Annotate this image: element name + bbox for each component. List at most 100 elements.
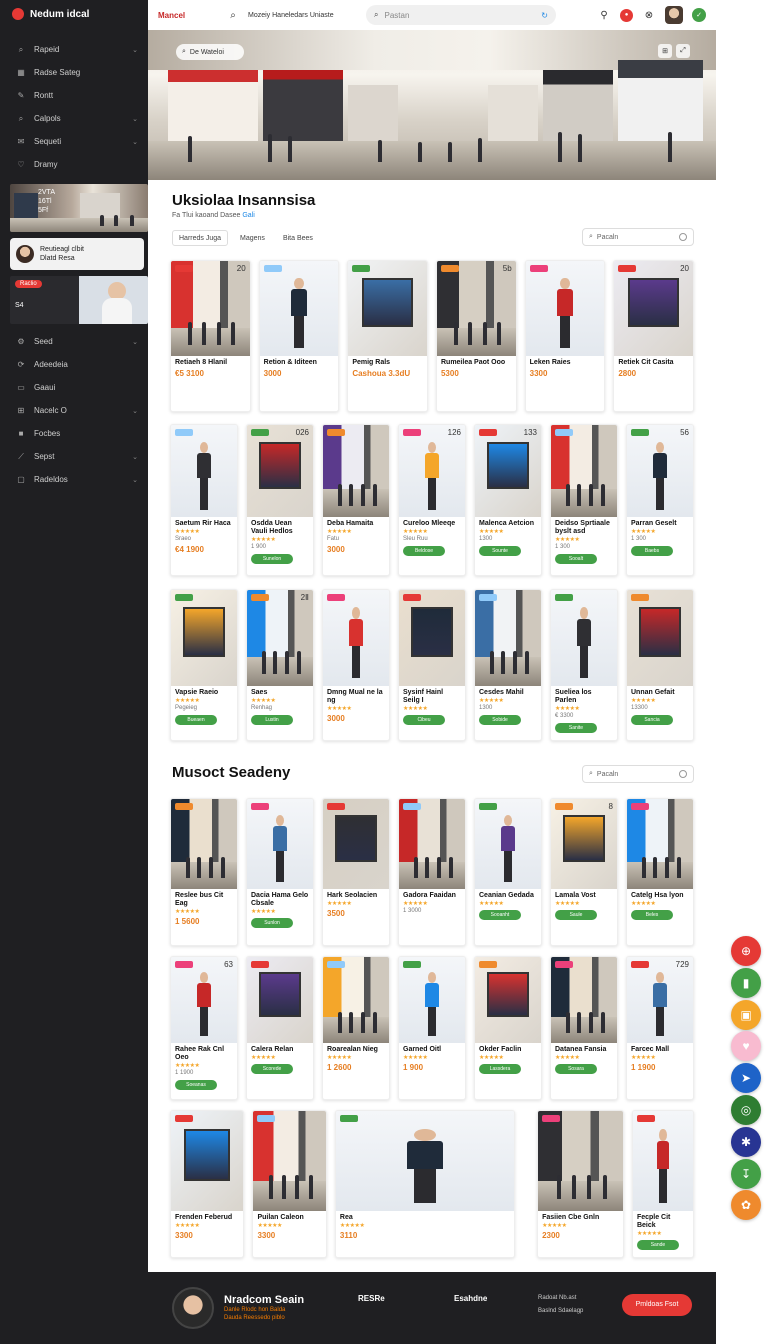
clear-icon[interactable]: [679, 233, 687, 241]
add-to-cart-button[interactable]: Saule: [555, 910, 597, 920]
product-image[interactable]: [436, 261, 516, 356]
product-card[interactable]: Datanea Fansia ★★★★★ Sosara: [550, 956, 618, 1100]
sidebar-item-focbes[interactable]: ■ Focbes: [0, 422, 148, 445]
add-to-cart-button[interactable]: Sobide: [479, 715, 521, 725]
chat-icon[interactable]: ◎: [731, 1095, 761, 1125]
chip-1[interactable]: Harreds Juga: [172, 230, 229, 246]
notification-icon[interactable]: ●: [620, 8, 633, 22]
product-image[interactable]: [627, 590, 693, 686]
search-icon[interactable]: ⌕: [226, 8, 240, 22]
product-card[interactable]: Retion & Iditeen 3000: [258, 260, 340, 412]
product-card[interactable]: 5b Rumeilea Paot Ooo 5300: [435, 260, 517, 412]
product-image[interactable]: [253, 1111, 326, 1211]
add-to-cart-button[interactable]: Sooalt: [555, 554, 597, 564]
chip-3[interactable]: Bita Bees: [277, 230, 319, 246]
product-card[interactable]: 133 Malenca Aetcion ★★★★★ 1300 Sounte: [474, 424, 542, 576]
add-to-cart-button[interactable]: Beles: [631, 910, 673, 920]
active-card[interactable]: Reutieagl clbit Dlatd Resa: [10, 238, 144, 270]
search-icon[interactable]: ⚲: [597, 8, 611, 22]
footer-col-1[interactable]: RESRe: [358, 1294, 385, 1303]
product-card[interactable]: Calera Relan ★★★★★ Scorede: [246, 956, 314, 1100]
product-image[interactable]: [323, 425, 389, 517]
product-image[interactable]: [247, 425, 313, 517]
sidebar-item-dramy[interactable]: ♡ Dramy: [0, 153, 148, 176]
product-card[interactable]: 20 Retiek Cit Casita 2800: [613, 260, 694, 412]
cart-icon[interactable]: ▣: [731, 999, 761, 1030]
add-to-cart-button[interactable]: Sooanht: [479, 910, 521, 920]
product-image[interactable]: [171, 1111, 244, 1211]
plus-icon[interactable]: ⊕: [731, 936, 761, 966]
product-image[interactable]: [348, 261, 427, 356]
sidebar-item-sepst[interactable]: ⟋ Sepst ⌄: [0, 445, 148, 468]
product-image[interactable]: [259, 261, 339, 356]
chip-2[interactable]: Magens: [234, 230, 271, 246]
add-to-cart-button[interactable]: Soeanas: [175, 1080, 217, 1090]
product-card[interactable]: Vapsie Raeio ★★★★★ Pegeieg Bueaen: [170, 589, 238, 741]
product-image[interactable]: [475, 425, 541, 517]
product-image[interactable]: [171, 261, 250, 356]
sidebar-item-radeldos[interactable]: ▢ Radeldos ⌄: [0, 468, 148, 491]
product-card[interactable]: Sysinf Hainl Seilg I ★★★★★ Cibeu: [398, 589, 466, 741]
product-image[interactable]: [614, 261, 693, 356]
product-card[interactable]: Gadora Faaidan ★★★★★ 1 3000: [398, 798, 466, 946]
product-image[interactable]: [399, 590, 465, 686]
heart-icon[interactable]: ♥: [731, 1031, 761, 1062]
product-card[interactable]: 026 Osdda Uean Vauli Hedlos ★★★★★ 1 900 Sune…: [246, 424, 314, 576]
add-to-cart-button[interactable]: Lustin: [251, 715, 293, 725]
bookmark-icon[interactable]: ▮: [731, 967, 761, 998]
sidebar-item-rapeid[interactable]: ⌕ Rapeid ⌄: [0, 38, 148, 61]
product-card[interactable]: Fasiien Cbe Gnln ★★★★★ 2300: [537, 1110, 624, 1258]
product-card[interactable]: 63 Rahee Rak Cnl Oeo ★★★★★ 1 1900 Soeanas: [170, 956, 238, 1100]
brand-label[interactable]: Mancel: [158, 11, 218, 20]
add-to-cart-button[interactable]: Sanite: [555, 723, 597, 733]
promo-banner-2[interactable]: Raclio S4: [10, 276, 148, 324]
footer-link[interactable]: Radoat Nb.ast: [538, 1292, 583, 1305]
add-to-cart-button[interactable]: Scorede: [251, 1064, 293, 1074]
product-image[interactable]: [627, 799, 693, 889]
product-image[interactable]: [551, 590, 617, 686]
product-image[interactable]: [247, 799, 313, 889]
product-image[interactable]: [171, 957, 237, 1043]
product-card[interactable]: Unnan Gefait ★★★★★ 13300 Sancia: [626, 589, 694, 741]
product-card[interactable]: Pemig Rals Cashoua 3.3dU: [347, 260, 428, 412]
product-card[interactable]: Dacia Hama Gelo Cbsale ★★★★★ Sunlon: [246, 798, 314, 946]
sidebar-item-sequeti[interactable]: ✉ Sequeti ⌄: [0, 130, 148, 153]
add-to-cart-button[interactable]: Baebs: [631, 546, 673, 556]
product-image[interactable]: [538, 1111, 623, 1211]
product-card[interactable]: Garned Oitl ★★★★★ 1 900: [398, 956, 466, 1100]
footer-col-2[interactable]: Esahdne: [454, 1294, 487, 1303]
product-card[interactable]: 2Ⅱ Saes ★★★★★ Renhag Lustin: [246, 589, 314, 741]
user-avatar[interactable]: [665, 6, 683, 24]
product-card[interactable]: 56 Parran Geselt ★★★★★ 1 300 Baebs: [626, 424, 694, 576]
sidebar-item-gaaui[interactable]: ▭ Gaaui: [0, 376, 148, 399]
product-card[interactable]: 126 Cureloo Mleeqe ★★★★★ Sleu Ruu Beldose: [398, 424, 466, 576]
product-card[interactable]: Frenden Feberud ★★★★★ 3300: [170, 1110, 245, 1258]
add-to-cart-button[interactable]: Bueaen: [175, 715, 217, 725]
product-card[interactable]: Leken Raies 3300: [524, 260, 606, 412]
sidebar-item-nacelc-o[interactable]: ⊞ Nacelc O ⌄: [0, 399, 148, 422]
product-card[interactable]: Puilan Caleon ★★★★★ 3300: [252, 1110, 327, 1258]
product-image[interactable]: [399, 957, 465, 1043]
sidebar-item-radse-sateg[interactable]: ▦ Radse Sateg: [0, 61, 148, 84]
product-card[interactable]: Dmng Mual ne la ng ★★★★★ 3000: [322, 589, 390, 741]
product-card[interactable]: Deba Hamaita ★★★★★ Fatu 3000: [322, 424, 390, 576]
product-card[interactable]: Saetum Rir Haca ★★★★★ Sraeo €4 1900: [170, 424, 238, 576]
product-image[interactable]: [627, 957, 693, 1043]
add-to-cart-button[interactable]: Sancia: [631, 715, 673, 725]
share-icon[interactable]: ➤: [731, 1063, 761, 1094]
product-image[interactable]: [171, 425, 237, 517]
product-image[interactable]: [399, 799, 465, 889]
add-to-cart-button[interactable]: Sande: [636, 1240, 679, 1250]
product-card[interactable]: 20 Retiaeh 8 Hlanil €5 3100: [170, 260, 251, 412]
footer-link[interactable]: Baslnd Sdaelagp: [538, 1305, 583, 1318]
sidebar-item-rontt[interactable]: ✎ Rontt: [0, 84, 148, 107]
section1-filter-input[interactable]: ⌕ Pacaln: [582, 228, 694, 246]
add-to-cart-button[interactable]: Cibeu: [403, 715, 445, 725]
sidebar-item-calpols[interactable]: ⌕ Calpols ⌄: [0, 107, 148, 130]
product-card[interactable]: Okder Faclin ★★★★★ Lassdera: [474, 956, 542, 1100]
status-icon[interactable]: ✓: [692, 8, 706, 22]
add-to-cart-button[interactable]: Sunelon: [251, 554, 293, 564]
add-to-cart-button[interactable]: Beldose: [403, 546, 445, 556]
grid-icon[interactable]: ⊞: [658, 44, 672, 58]
product-image[interactable]: [525, 261, 605, 356]
